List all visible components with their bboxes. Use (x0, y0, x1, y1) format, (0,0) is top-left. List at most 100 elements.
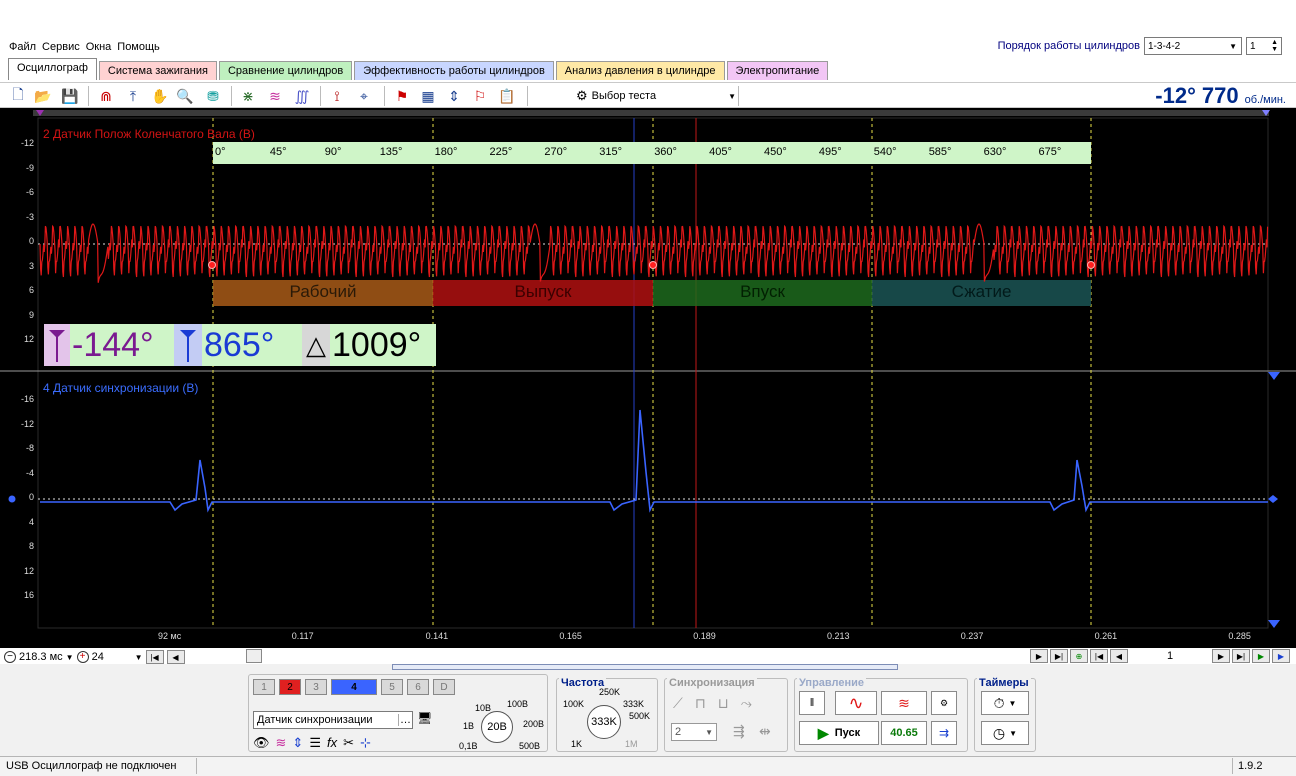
menu-windows[interactable]: Окна (83, 38, 115, 56)
test-select[interactable]: ⚙ Выбор теста ▼ (576, 86, 736, 106)
new-file-icon[interactable]: 🗋 (8, 86, 28, 106)
channel-d-button[interactable]: D (433, 679, 455, 695)
menu-service[interactable]: Сервис (39, 38, 83, 56)
zoom-value[interactable]: 24 (92, 651, 132, 663)
filter-icon[interactable]: ⛃ (203, 86, 223, 106)
sine-icon[interactable]: ∿ (835, 691, 877, 715)
eye-icon[interactable]: 👁 (253, 735, 270, 751)
page-number[interactable]: 1 (1130, 650, 1210, 662)
sync-edge-buttons: ⟋ ⊓ ⊔ ⤳ (673, 695, 752, 712)
device-icon[interactable]: 🖥 (417, 711, 435, 729)
tab-oscilloscope[interactable]: Осциллограф (8, 58, 97, 80)
function-icon[interactable]: fx (327, 735, 337, 751)
tab-ignition[interactable]: Система зажигания (98, 61, 217, 80)
waves-icon[interactable]: ≋ (265, 86, 285, 106)
cylinder-order-select[interactable]: 1-3-4-2 ▼ (1144, 37, 1242, 55)
menu-help[interactable]: Помощь (114, 38, 163, 56)
chevron-down-icon[interactable]: ▼ (66, 653, 74, 662)
tab-cylinder-efficiency[interactable]: Эффективность работы цилиндров (354, 61, 554, 80)
degree-tick-label: 270° (544, 146, 568, 158)
pulse-up-icon[interactable]: ⊓ (695, 695, 706, 712)
channel-3-button[interactable]: 3 (305, 679, 327, 695)
hand-icon[interactable]: ✋ (150, 86, 170, 106)
play-green-icon[interactable]: ▶ (1252, 649, 1270, 663)
start-button[interactable]: ▶ Пуск (799, 721, 879, 745)
measure-icon[interactable]: ⤒ (123, 86, 143, 106)
y-tick-label: -16 (20, 394, 34, 404)
grid-icon[interactable]: ▦ (418, 86, 438, 106)
auto-icon[interactable]: ⚙ (931, 691, 957, 715)
scroll-thumb[interactable] (246, 649, 262, 663)
tab-power-supply[interactable]: Электропитание (726, 61, 829, 80)
pulse-down-icon[interactable]: ⊔ (718, 695, 729, 712)
oscilloscope-display[interactable]: 2 Датчик Полож Коленчатого Вала (В) 4 Да… (0, 108, 1296, 648)
degree-tick-label: 540° (873, 146, 897, 158)
channel-2-button[interactable]: 2 (279, 679, 301, 695)
frequency-readout[interactable]: 40.65 (881, 721, 927, 745)
time-tick-label: 0.189 (693, 631, 716, 641)
tools-icon[interactable]: ✂ (343, 735, 354, 751)
play-blue-icon[interactable]: ▶ (1272, 649, 1290, 663)
pause-icon[interactable]: ‖ (799, 691, 825, 715)
open-folder-icon[interactable]: 📂 (33, 86, 53, 106)
channel-6-button[interactable]: 6 (407, 679, 429, 695)
sync-level-icon[interactable]: ⇶ (733, 723, 745, 740)
first-page-icon[interactable]: |◀ (145, 650, 164, 664)
tab-pressure-analysis[interactable]: Анализ давления в цилиндре (555, 61, 725, 80)
sync-channel-select[interactable]: 2 ▼ (671, 723, 717, 741)
frequency-dial[interactable]: 333K (587, 705, 621, 739)
timer2-button[interactable]: ◷ ▼ (981, 721, 1029, 745)
prev-icon[interactable]: ◀ (1110, 649, 1128, 663)
timer1-button[interactable]: ⏱ ▼ (981, 691, 1029, 715)
add-page-icon[interactable]: ⊕ (1070, 649, 1088, 663)
control-title: Управление (797, 677, 867, 689)
zoom-out-icon[interactable]: − (4, 651, 16, 663)
overlay-icon[interactable]: ⋇ (238, 86, 258, 106)
auto-edge-icon[interactable]: ⤳ (741, 695, 752, 712)
wave-icon[interactable]: ≋ (276, 735, 287, 751)
split-icon[interactable]: ⇕ (444, 86, 464, 106)
marker-icon[interactable]: ⚑ (392, 86, 412, 106)
prev-page-icon[interactable]: ◀ (166, 650, 185, 664)
chevron-down-icon[interactable]: ▼ (135, 653, 143, 662)
rising-edge-icon[interactable]: ⟋ (673, 695, 683, 712)
tab-cylinder-compare[interactable]: Сравнение цилиндров (218, 61, 353, 80)
trigger-icon[interactable]: ⋒ (96, 86, 116, 106)
voltage-dial[interactable]: 10В 100В 1В 200В 0,1В 500В 20В (449, 699, 545, 753)
auto-scale-icon[interactable]: ⟟ (327, 86, 347, 106)
auto-record-icon[interactable]: ⇉ (931, 721, 957, 745)
channel-4-button[interactable]: 4 (331, 679, 377, 695)
last-icon[interactable]: ▶| (1050, 649, 1068, 663)
zero-icon[interactable]: ⌖ (354, 86, 374, 106)
zoom-in-icon[interactable]: + (76, 651, 89, 663)
time-div-value[interactable]: 218.3 мс (19, 651, 63, 663)
noise-icon[interactable]: ≋ (881, 691, 927, 715)
flag-icon[interactable]: ⚐ (470, 86, 490, 106)
panel-splitter[interactable] (392, 664, 898, 670)
y-tick-label: 4 (28, 516, 34, 527)
channel-1-button[interactable]: 1 (253, 679, 275, 695)
chevron-down-icon: ▼ (728, 91, 736, 101)
y-tick-label: 8 (28, 541, 34, 551)
lines-icon[interactable]: ☰ (309, 735, 321, 751)
first-icon[interactable]: |◀ (1090, 649, 1108, 663)
next-icon[interactable]: ▶ (1212, 649, 1230, 663)
degree-tick-label: 90° (324, 146, 342, 158)
cursor-icon[interactable]: ⊹ (360, 735, 371, 751)
sensor-select[interactable]: Датчик синхронизации … (253, 711, 413, 729)
save-icon[interactable]: 💾 (60, 86, 80, 106)
sync-title: Синхронизация (667, 677, 757, 689)
menu-file[interactable]: Файл (6, 38, 39, 56)
notes-icon[interactable]: 📋 (497, 86, 517, 106)
timebase-bar: − 218.3 мс ▼ + 24 ▼ |◀ ◀ ▶ ▶| ⊕ |◀ ◀ 1 ▶… (0, 648, 1296, 664)
vertical-move-icon[interactable]: ⇕ (292, 735, 303, 751)
sync-shift-icon[interactable]: ⇹ (759, 723, 771, 740)
cylinder-index-spinner[interactable]: 1 ▲ ▼ (1246, 37, 1282, 55)
channel-5-button[interactable]: 5 (381, 679, 403, 695)
range-label: 10В (475, 703, 492, 713)
zoom-icon[interactable]: 🔍 (175, 86, 195, 106)
last-page-icon[interactable]: ▶| (1232, 649, 1250, 663)
cycles-icon[interactable]: ∭ (292, 86, 312, 106)
step-forward-icon[interactable]: ▶ (1030, 649, 1048, 663)
phase-label-power: Рабочий (289, 282, 357, 301)
